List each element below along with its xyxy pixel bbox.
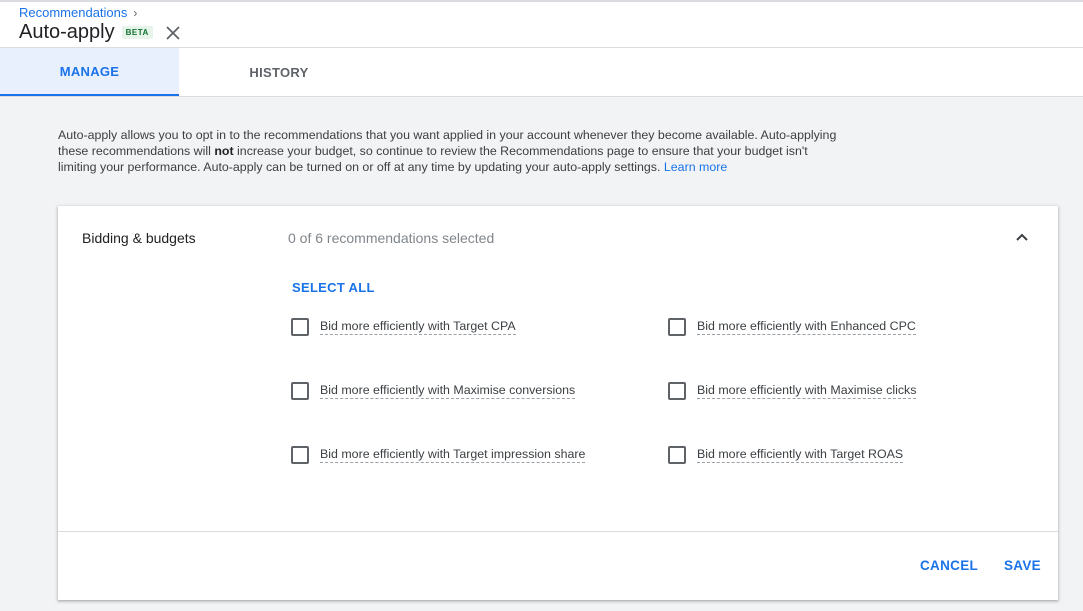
checkbox[interactable] (291, 446, 309, 464)
intro-bold: not (214, 144, 234, 158)
page-header: Recommendations › Auto-apply BETA (0, 0, 1083, 48)
option-enhanced-cpc[interactable]: Bid more efficiently with Enhanced CPC (668, 318, 916, 336)
option-label: Bid more efficiently with Maximise conve… (320, 383, 576, 399)
option-maximise-conversions[interactable]: Bid more efficiently with Maximise conve… (291, 382, 576, 400)
checkbox[interactable] (668, 318, 686, 336)
collapse-button[interactable] (1013, 228, 1031, 246)
option-target-roas[interactable]: Bid more efficiently with Target ROAS (668, 446, 904, 464)
breadcrumb-link-recommendations[interactable]: Recommendations (19, 5, 127, 20)
cancel-button[interactable]: CANCEL (920, 558, 978, 573)
checkbox[interactable] (291, 382, 309, 400)
bidding-budgets-card: Bidding & budgets 0 of 6 recommendations… (58, 206, 1058, 600)
beta-badge: BETA (121, 26, 153, 39)
breadcrumb: Recommendations › (19, 5, 137, 20)
close-button[interactable] (163, 23, 183, 43)
tab-bar: MANAGE HISTORY (0, 48, 1083, 97)
checkbox[interactable] (668, 382, 686, 400)
intro-text: Auto-apply allows you to opt in to the r… (58, 127, 848, 175)
chevron-up-icon (1016, 233, 1028, 241)
option-label: Bid more efficiently with Enhanced CPC (697, 319, 916, 335)
footer-divider (58, 531, 1058, 532)
chevron-right-icon: › (133, 5, 138, 20)
option-target-impression-share[interactable]: Bid more efficiently with Target impress… (291, 446, 586, 464)
option-label: Bid more efficiently with Target ROAS (697, 447, 904, 463)
selection-count: 0 of 6 recommendations selected (288, 230, 495, 246)
option-label: Bid more efficiently with Target impress… (320, 447, 586, 463)
save-button[interactable]: SAVE (1004, 558, 1041, 573)
option-label: Bid more efficiently with Target CPA (320, 319, 516, 335)
option-label: Bid more efficiently with Maximise click… (697, 383, 917, 399)
learn-more-link[interactable]: Learn more (664, 160, 727, 174)
tab-history[interactable]: HISTORY (179, 48, 379, 96)
checkbox[interactable] (291, 318, 309, 336)
select-all-button[interactable]: SELECT ALL (292, 280, 375, 295)
option-maximise-clicks[interactable]: Bid more efficiently with Maximise click… (668, 382, 917, 400)
close-icon (166, 25, 180, 40)
title-row: Auto-apply BETA (19, 21, 183, 44)
section-title: Bidding & budgets (82, 230, 196, 246)
checkbox[interactable] (668, 446, 686, 464)
option-target-cpa[interactable]: Bid more efficiently with Target CPA (291, 318, 516, 336)
page-title: Auto-apply (19, 21, 115, 43)
tab-manage[interactable]: MANAGE (0, 48, 179, 96)
